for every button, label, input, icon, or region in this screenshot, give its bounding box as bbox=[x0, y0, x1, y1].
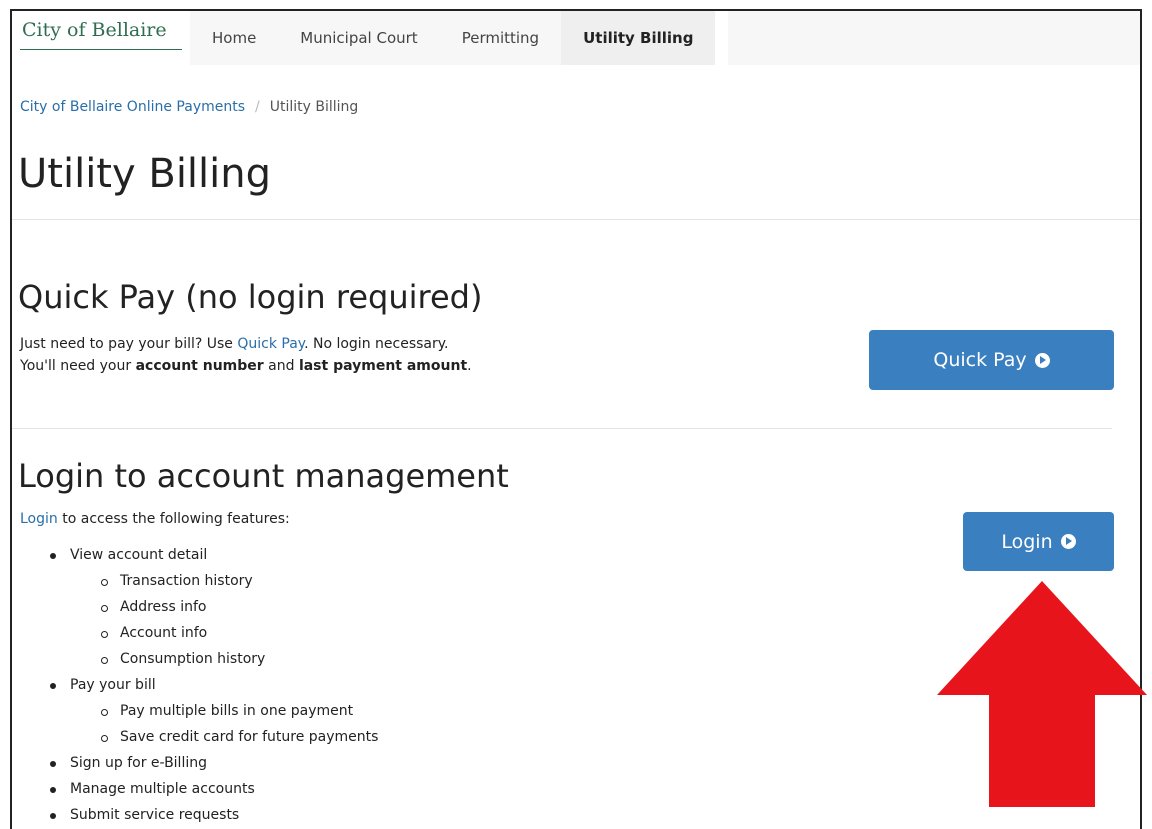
quick-pay-line-2: You'll need your account number and last… bbox=[20, 355, 472, 377]
list-item: Address info bbox=[100, 599, 207, 615]
title-divider bbox=[12, 219, 1140, 220]
brand-logo[interactable]: City of Bellaire bbox=[12, 11, 190, 65]
nav-link-permitting[interactable]: Permitting bbox=[439, 11, 562, 65]
list-item: Save credit card for future payments bbox=[100, 729, 379, 745]
navbar-filler bbox=[728, 11, 1140, 65]
breadcrumb: City of Bellaire Online Payments / Utility… bbox=[20, 99, 358, 115]
list-item: Manage multiple accounts bbox=[50, 781, 255, 797]
quick-pay-line-2-suffix: . bbox=[467, 358, 472, 374]
breadcrumb-separator: / bbox=[255, 99, 260, 115]
section-divider bbox=[12, 428, 1112, 429]
list-item: Submit service requests bbox=[49, 807, 240, 823]
top-navbar: City of Bellaire Home Municipal Court Pe… bbox=[12, 11, 1140, 65]
last-payment-emphasis: last payment amount bbox=[298, 358, 468, 374]
list-item: Sign up for e-Billing bbox=[50, 755, 207, 771]
list-item: Transaction history bbox=[101, 573, 253, 589]
nav-links: Home Municipal Court Permitting Utility … bbox=[190, 11, 716, 65]
circle-arrow-right-icon bbox=[1060, 534, 1076, 549]
brand-name: City of Bellaire bbox=[22, 19, 167, 41]
nav-link-home[interactable]: Home bbox=[190, 11, 279, 65]
quick-pay-line-2-prefix: You'll need your bbox=[20, 358, 136, 374]
account-number-emphasis: account number bbox=[135, 358, 264, 374]
quick-pay-description: Just need to pay your bill? Use Quick Pa… bbox=[20, 333, 472, 377]
red-arrow-shape bbox=[937, 581, 1147, 807]
login-button[interactable]: Login bbox=[963, 512, 1114, 571]
login-intro-text: to access the following features: bbox=[57, 511, 290, 527]
red-arrow-up-icon bbox=[937, 581, 1147, 807]
login-section-heading: Login to account management bbox=[18, 457, 509, 495]
list-item: View account detail bbox=[49, 547, 208, 563]
quick-pay-heading: Quick Pay (no login required) bbox=[18, 278, 483, 316]
brand-underline bbox=[20, 49, 182, 50]
quick-pay-line-1: Just need to pay your bill? Use Quick Pa… bbox=[20, 333, 472, 355]
quick-pay-line-1-prefix: Just need to pay your bill? Use bbox=[20, 336, 238, 352]
list-item: Consumption history bbox=[100, 651, 266, 667]
list-item: Pay your bill bbox=[50, 677, 156, 693]
breadcrumb-current: Utility Billing bbox=[269, 99, 359, 115]
nav-link-municipal-court[interactable]: Municipal Court bbox=[278, 11, 440, 65]
quick-pay-line-2-mid: and bbox=[263, 358, 299, 374]
quick-pay-inline-link[interactable]: Quick Pay bbox=[237, 336, 304, 352]
login-button-label: Login bbox=[1001, 530, 1053, 553]
page-title: Utility Billing bbox=[18, 151, 272, 197]
quick-pay-button-label: Quick Pay bbox=[933, 349, 1027, 371]
page-frame: City of Bellaire Home Municipal Court Pe… bbox=[10, 9, 1147, 829]
circle-arrow-right-icon bbox=[1034, 352, 1050, 368]
list-item: Account info bbox=[100, 625, 208, 641]
login-inline-link[interactable]: Login bbox=[20, 511, 58, 527]
list-item: Pay multiple bills in one payment bbox=[100, 703, 354, 719]
quick-pay-button[interactable]: Quick Pay bbox=[869, 330, 1114, 390]
login-intro: Login to access the following features: bbox=[20, 511, 290, 527]
nav-link-utility-billing[interactable]: Utility Billing bbox=[561, 11, 716, 65]
breadcrumb-link-online-payments[interactable]: City of Bellaire Online Payments bbox=[20, 99, 245, 115]
quick-pay-line-1-suffix: . No login necessary. bbox=[304, 336, 449, 352]
